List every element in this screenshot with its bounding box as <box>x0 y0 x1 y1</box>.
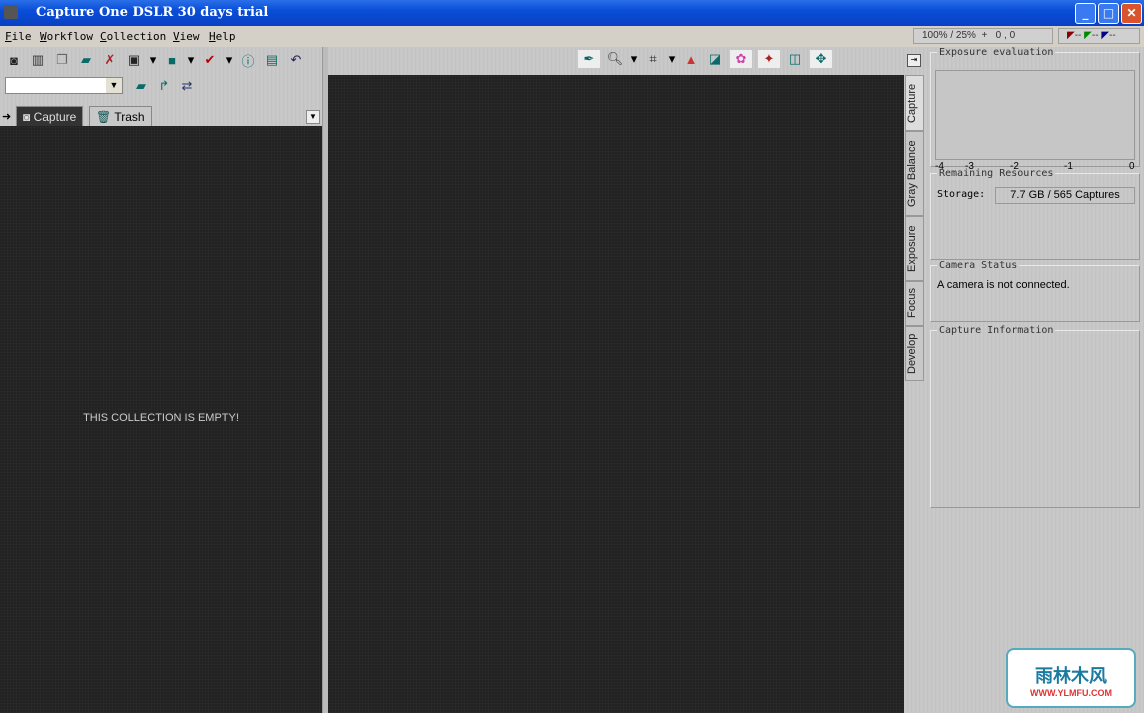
main-toolbar: ◙ ▥ ❐ ▰ ✗ ▣ ▾ ■ ▾ ✔ ▾ ⓘ ▤ ↶ <box>5 51 305 69</box>
group-title: Exposure evaluation <box>939 47 1054 58</box>
zoom-value: 100% / 25% <box>922 30 976 41</box>
title-bar: Capture One DSLR 30 days trial _ □ ✕ <box>0 0 1144 26</box>
arrow-right-icon[interactable]: ➜ <box>2 110 11 123</box>
mask-icon[interactable]: ◪ <box>706 50 724 68</box>
red-marker-icon: ◤ <box>1067 30 1075 41</box>
red-value: -- <box>1074 30 1082 41</box>
maximize-button[interactable]: □ <box>1098 3 1119 24</box>
color-picker-icon[interactable]: ✒ <box>578 50 600 68</box>
storage-value: 7.7 GB / 565 Captures <box>995 187 1135 204</box>
sync-icon[interactable]: ⇄ <box>178 77 196 95</box>
zoom-icon[interactable]: 🔍︎ <box>606 50 624 68</box>
collection-toolbar: ▰ ↱ ⇄ <box>132 77 196 95</box>
rgb-readout: ◤-- ◤-- ◤-- <box>1058 28 1140 44</box>
move-icon[interactable]: ↱ <box>155 77 173 95</box>
tab-label: Trash <box>114 110 145 124</box>
window-title: Capture One DSLR 30 days trial <box>36 5 269 20</box>
chevron-down-icon[interactable]: ▾ <box>630 50 638 68</box>
green-value: -- <box>1091 30 1099 41</box>
tab-capture[interactable]: ◙ Capture <box>16 106 84 126</box>
tabs-menu-button[interactable]: ▼ <box>306 110 320 124</box>
group-title: Remaining Resources <box>939 168 1054 179</box>
right-panel: Exposure evaluation -4 -3 -2 -1 0 Remain… <box>928 47 1144 713</box>
crop-icon[interactable]: ⌗ <box>644 50 662 68</box>
tab-trash[interactable]: 🗑 Trash <box>89 106 152 126</box>
camera-status-message: A camera is not connected. <box>937 279 1070 291</box>
fit-view-icon[interactable]: ✥ <box>810 50 832 68</box>
green-marker-icon: ◤ <box>1084 30 1092 41</box>
watermark-logo: 雨林木风 WWW.YLMFU.COM <box>1006 648 1136 708</box>
thumbnail-browser: THIS COLLECTION IS EMPTY! <box>0 126 322 713</box>
color-wheel-icon[interactable]: ✿ <box>730 50 752 68</box>
collection-select[interactable]: ▼ <box>5 77 123 94</box>
chevron-down-icon[interactable]: ▼ <box>106 78 122 93</box>
vtab-gray-balance[interactable]: Gray Balance <box>905 131 924 216</box>
menu-collection[interactable]: Collection <box>100 30 166 43</box>
chevron-down-icon[interactable]: ▾ <box>668 50 676 68</box>
storage-label: Storage: <box>937 189 986 200</box>
empty-collection-message: THIS COLLECTION IS EMPTY! <box>83 412 239 424</box>
trash-icon: 🗑 <box>96 110 115 124</box>
app-icon <box>4 5 18 19</box>
remove-folder-icon[interactable]: ✗ <box>101 51 119 69</box>
viewer-toolbar: ✒ 🔍︎ ▾ ⌗ ▾ ▲ ◪ ✿ ✦ ◫ ✥ <box>328 47 904 75</box>
coords-value: 0 , 0 <box>995 30 1016 41</box>
group-title: Capture Information <box>939 325 1054 336</box>
layers-icon[interactable]: ▣ <box>125 51 143 69</box>
chevron-down-icon[interactable]: ▾ <box>149 51 157 69</box>
exposure-warning-icon[interactable]: ▲ <box>682 50 700 68</box>
capture-information-group: Capture Information <box>930 325 1140 508</box>
undo-icon[interactable]: ↶ <box>287 51 305 69</box>
camera-icon: ◙ <box>23 110 34 124</box>
import-icon[interactable]: ▤ <box>263 51 281 69</box>
split-view-icon[interactable]: ◫ <box>786 50 804 68</box>
menu-view[interactable]: View <box>173 30 200 43</box>
vtab-develop[interactable]: Develop <box>905 326 924 381</box>
new-folder-icon[interactable]: ▰ <box>132 77 150 95</box>
zoom-readout: 100% / 25% + 0 , 0 <box>913 28 1053 44</box>
delete-icon[interactable]: ▥ <box>29 51 47 69</box>
focus-icon[interactable]: ✦ <box>758 50 780 68</box>
menu-workflow[interactable]: Workflow <box>40 30 93 43</box>
stamp-icon[interactable]: ■ <box>163 51 181 69</box>
open-folder-icon[interactable]: ▰ <box>77 51 95 69</box>
minimize-button[interactable]: _ <box>1075 3 1096 24</box>
menu-help[interactable]: Help <box>209 30 236 43</box>
vtab-exposure[interactable]: Exposure <box>905 216 924 281</box>
histogram <box>935 70 1135 160</box>
menu-file[interactable]: File <box>5 30 32 43</box>
vtab-focus[interactable]: Focus <box>905 281 924 326</box>
dock-panel-icon[interactable]: ⇥ <box>907 54 921 67</box>
blue-value: -- <box>1109 30 1116 41</box>
checkmark-icon[interactable]: ✔ <box>201 51 219 69</box>
exposure-evaluation-group: Exposure evaluation -4 -3 -2 -1 0 <box>930 47 1140 172</box>
close-button[interactable]: ✕ <box>1121 3 1142 24</box>
remaining-resources-group: Remaining Resources Storage: 7.7 GB / 56… <box>930 168 1140 260</box>
chevron-down-icon[interactable]: ▾ <box>187 51 195 69</box>
image-viewer <box>328 75 904 713</box>
camera-status-group: Camera Status A camera is not connected. <box>930 260 1140 322</box>
blue-marker-icon: ◤ <box>1101 30 1110 41</box>
tab-label: Capture <box>33 110 77 124</box>
vtab-capture[interactable]: Capture <box>905 75 924 131</box>
info-icon[interactable]: ⓘ <box>239 51 257 69</box>
chevron-down-icon[interactable]: ▾ <box>225 51 233 69</box>
camera-icon[interactable]: ◙ <box>5 51 23 69</box>
copy-icon[interactable]: ❐ <box>53 51 71 69</box>
group-title: Camera Status <box>939 260 1018 271</box>
